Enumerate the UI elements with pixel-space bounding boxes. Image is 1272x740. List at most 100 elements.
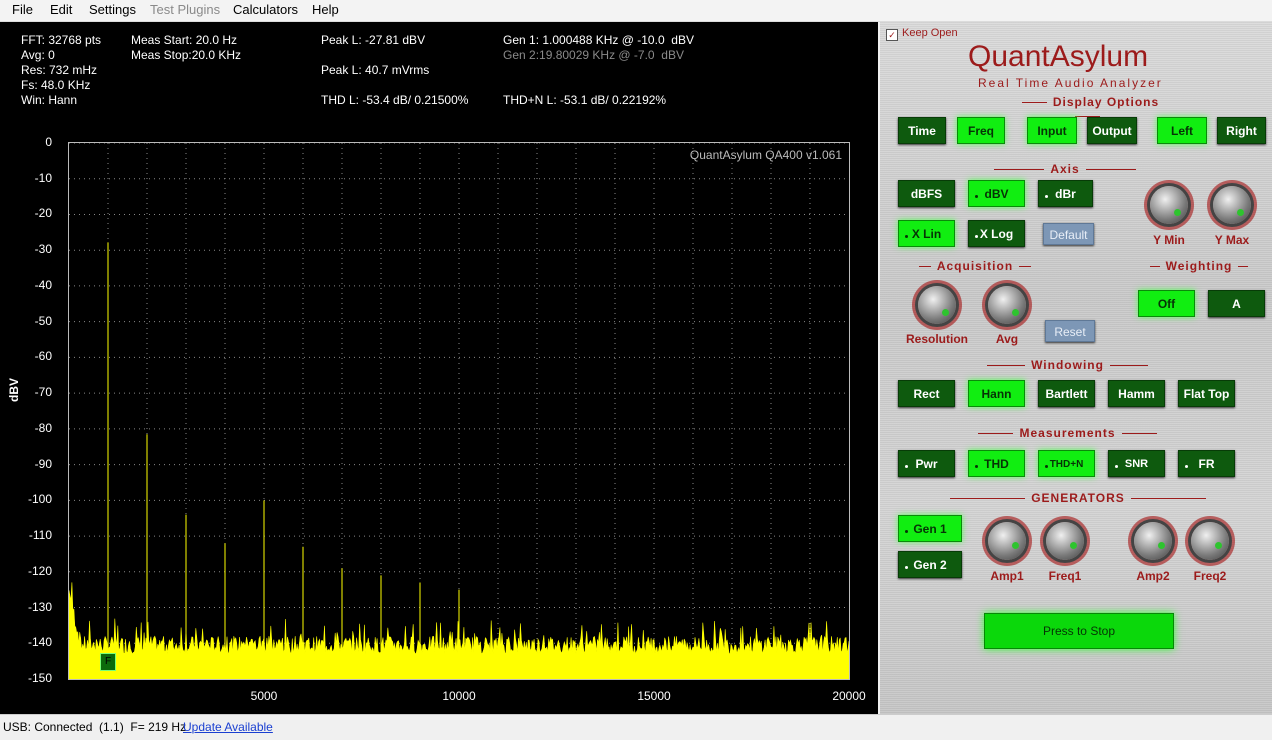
reset-button[interactable]: Reset [1045,320,1095,342]
weighting-off-button[interactable]: Off [1138,290,1195,317]
section-measurements: Measurements [965,426,1170,440]
dot-icon [1045,195,1048,198]
gen2-button[interactable]: Gen 2 [898,551,962,578]
checkbox-check-icon[interactable]: ✓ [886,29,898,41]
menu-help[interactable]: Help [312,2,339,17]
dbv-button[interactable]: dBV [968,180,1025,207]
section-generators: GENERATORS [938,491,1218,505]
knob-indicator-icon [1012,542,1019,549]
brand-subtitle: Real Time Audio Analyzer [978,76,1163,90]
menu-settings[interactable]: Settings [89,2,136,17]
measure-fr-button[interactable]: FR [1178,450,1235,477]
gen1-readout: Gen 1: 1.000488 KHz @ -10.0 dBV [503,33,694,47]
avg-label: Avg [995,332,1019,346]
fft-readout: FFT: 32768 pts [21,33,102,47]
menu-edit[interactable]: Edit [50,2,72,17]
x-tick-label: 10000 [442,689,476,703]
spectrum-svg [69,143,849,679]
dbr-button[interactable]: dBr [1038,180,1093,207]
peak-l-mvrms-readout: Peak L: 40.7 mVrms [321,63,430,77]
y-max-label: Y Max [1214,233,1250,247]
keep-open-checkbox[interactable]: ✓ Keep Open [886,27,958,41]
thdn-l-readout: THD+N L: -53.1 dB/ 0.22192% [503,93,667,107]
y-tick-label: -80 [34,420,52,435]
y-tick-label: -100 [27,492,52,507]
y-tick-label: -120 [27,563,52,578]
dot-icon [905,566,908,569]
res-readout: Res: 732 mHz [21,63,98,77]
menu-test-plugins[interactable]: Test Plugins [150,2,220,17]
weighting-a-button[interactable]: A [1208,290,1265,317]
section-acquisition: Acquisition [900,259,1050,273]
freq2-knob[interactable] [1191,522,1229,560]
y-min-label: Y Min [1153,233,1185,247]
thd-l-readout: THD L: -53.4 dB/ 0.21500% [321,93,469,107]
brand-logo: QuantAsylum [968,40,1149,73]
update-available-link[interactable]: Update Available [183,720,273,734]
section-axis: Axis [975,162,1155,176]
frequency-marker[interactable]: F [100,653,116,671]
menu-calculators[interactable]: Calculators [233,2,298,17]
menu-bar: File Edit Settings Test Plugins Calculat… [0,0,1272,22]
default-button[interactable]: Default [1043,223,1094,245]
gen2-readout: Gen 2:19.80029 KHz @ -7.0 dBV [503,48,684,62]
menu-file[interactable]: File [12,2,33,17]
y-max-knob[interactable] [1213,186,1251,224]
amp1-knob[interactable] [988,522,1026,560]
y-tick-label: -150 [27,671,52,685]
y-tick-label: -140 [27,635,52,650]
y-tick-label: -10 [34,170,52,185]
dbfs-button[interactable]: dBFS [898,180,955,207]
x-tick-label: 20000 [832,689,866,703]
measure-snr-button[interactable]: SNR [1108,450,1165,477]
knob-indicator-icon [1158,542,1165,549]
y-min-knob[interactable] [1150,186,1188,224]
gen1-button[interactable]: Gen 1 [898,515,962,542]
window-hamm-button[interactable]: Hamm [1108,380,1165,407]
output-button[interactable]: Output [1087,117,1137,144]
avg-knob[interactable] [988,286,1026,324]
measure-thdn-button[interactable]: THD+N [1038,450,1095,477]
dot-icon [1185,465,1188,468]
x-log-button[interactable]: X Log [968,220,1025,247]
window-bartlett-button[interactable]: Bartlett [1038,380,1095,407]
resolution-label: Resolution [906,332,968,346]
amp2-knob[interactable] [1134,522,1172,560]
freq-button[interactable]: Freq [957,117,1005,144]
selected-dot-icon [975,195,978,198]
selected-dot-icon [1045,465,1048,468]
y-tick-label: -90 [34,456,52,471]
resolution-knob[interactable] [918,286,956,324]
freq2-label: Freq2 [1193,569,1227,583]
freq1-knob[interactable] [1046,522,1084,560]
knob-indicator-icon [942,309,949,316]
win-readout: Win: Hann [21,93,78,107]
selected-dot-icon [905,235,908,238]
time-button[interactable]: Time [898,117,946,144]
section-windowing: Windowing [975,358,1160,372]
left-channel-button[interactable]: Left [1157,117,1207,144]
window-hann-button[interactable]: Hann [968,380,1025,407]
status-bar: USB: Connected (1.1) F= 219 Hz Update Av… [0,714,1272,740]
input-button[interactable]: Input [1027,117,1077,144]
measure-pwr-button[interactable]: Pwr [898,450,955,477]
press-to-stop-button[interactable]: Press to Stop [984,613,1174,649]
y-tick-label: -130 [27,599,52,614]
measure-thd-button[interactable]: THD [968,450,1025,477]
dot-icon [1115,465,1118,468]
y-tick-label: -60 [34,349,52,364]
x-tick-label: 15000 [637,689,671,703]
y-tick-label: -30 [34,242,52,257]
plot-watermark: QuantAsylum QA400 v1.061 [689,148,842,162]
spectrum-plot[interactable]: QuantAsylum QA400 v1.061 [68,142,850,680]
window-rect-button[interactable]: Rect [898,380,955,407]
x-lin-button[interactable]: X Lin [898,220,955,247]
freq1-label: Freq1 [1048,569,1082,583]
meas-start-readout: Meas Start: 20.0 Hz [131,33,238,47]
x-tick-label: 5000 [250,689,278,703]
window-flattop-button[interactable]: Flat Top [1178,380,1235,407]
knob-indicator-icon [1012,309,1019,316]
knob-indicator-icon [1237,209,1244,216]
right-channel-button[interactable]: Right [1217,117,1266,144]
meas-stop-readout: Meas Stop:20.0 KHz [131,48,242,62]
